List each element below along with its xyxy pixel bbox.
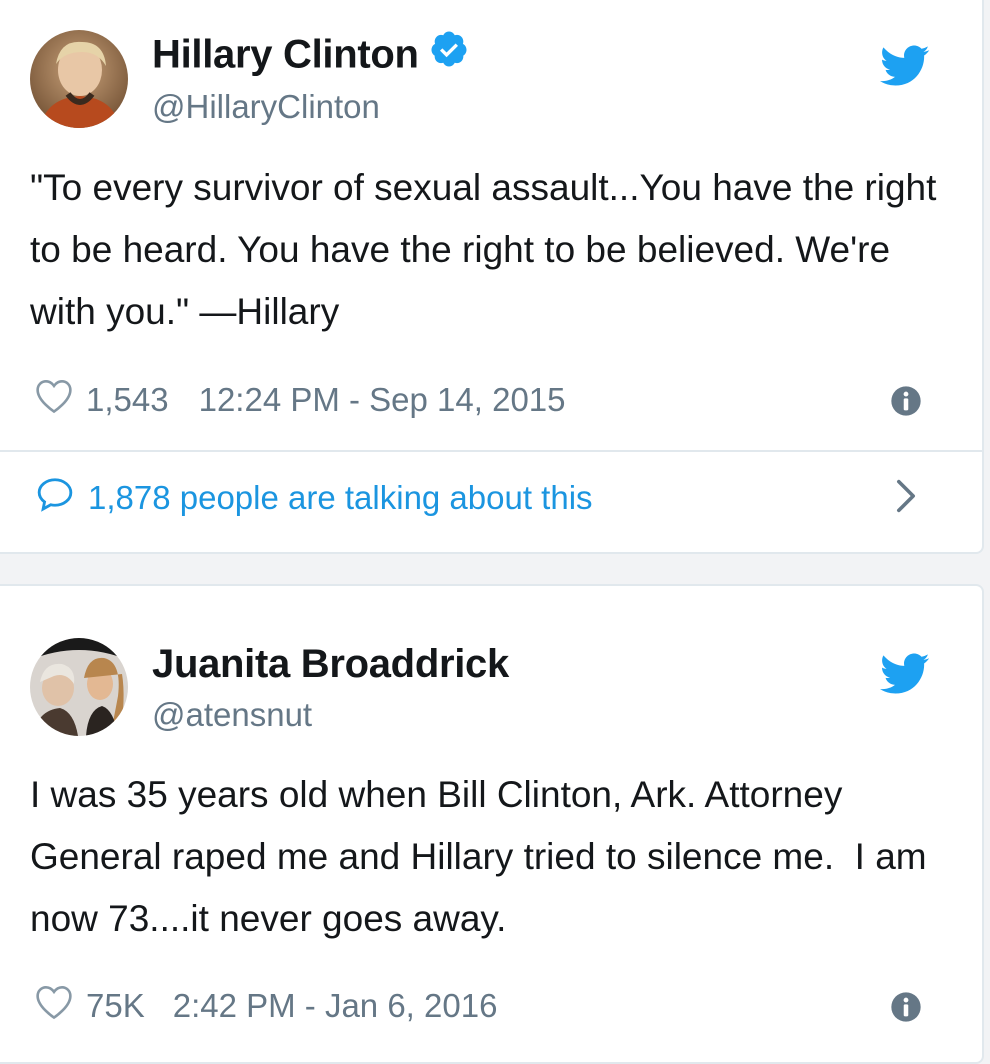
author-handle[interactable]: @HillaryClinton — [152, 88, 380, 126]
speech-bubble-icon — [36, 476, 74, 520]
info-icon[interactable] — [890, 385, 922, 422]
twitter-bird-icon[interactable] — [880, 652, 930, 699]
avatar-image — [30, 638, 128, 736]
chevron-right-icon[interactable] — [894, 478, 918, 519]
twitter-bird-icon[interactable] — [880, 44, 930, 91]
author-name[interactable]: Juanita Broaddrick — [152, 642, 509, 687]
heart-icon[interactable] — [34, 984, 74, 1028]
avatar[interactable] — [30, 30, 128, 128]
tweet-text: I was 35 years old when Bill Clinton, Ar… — [30, 774, 937, 939]
divider — [0, 450, 982, 452]
heart-icon[interactable] — [34, 378, 74, 422]
avatar-image — [30, 30, 128, 128]
conversation-link[interactable]: 1,878 people are talking about this — [36, 476, 932, 520]
avatar[interactable] — [30, 638, 128, 736]
info-icon[interactable] — [890, 991, 922, 1028]
talking-count-text: 1,878 people are talking about this — [88, 479, 593, 516]
tweet-text: "To every survivor of sexual assault...Y… — [30, 167, 937, 332]
verified-badge-icon — [429, 29, 469, 79]
author-handle[interactable]: @atensnut — [152, 696, 312, 734]
tweet-meta: 1,543 12:24 PM - Sep 14, 2015 — [34, 378, 566, 422]
tweet-meta: 75K 2:42 PM - Jan 6, 2016 — [34, 984, 497, 1028]
author-name-text: Hillary Clinton — [152, 32, 419, 77]
timestamp[interactable]: 2:42 PM - Jan 6, 2016 — [173, 987, 498, 1025]
tweet-card[interactable]: Hillary Clinton @HillaryClinton "To ever… — [0, 0, 984, 554]
timestamp[interactable]: 12:24 PM - Sep 14, 2015 — [199, 381, 566, 419]
like-count[interactable]: 75K — [86, 987, 145, 1025]
tweet-card[interactable]: Juanita Broaddrick @atensnut I was 35 ye… — [0, 584, 984, 1064]
like-count[interactable]: 1,543 — [86, 381, 169, 419]
author-name[interactable]: Hillary Clinton — [152, 29, 469, 82]
